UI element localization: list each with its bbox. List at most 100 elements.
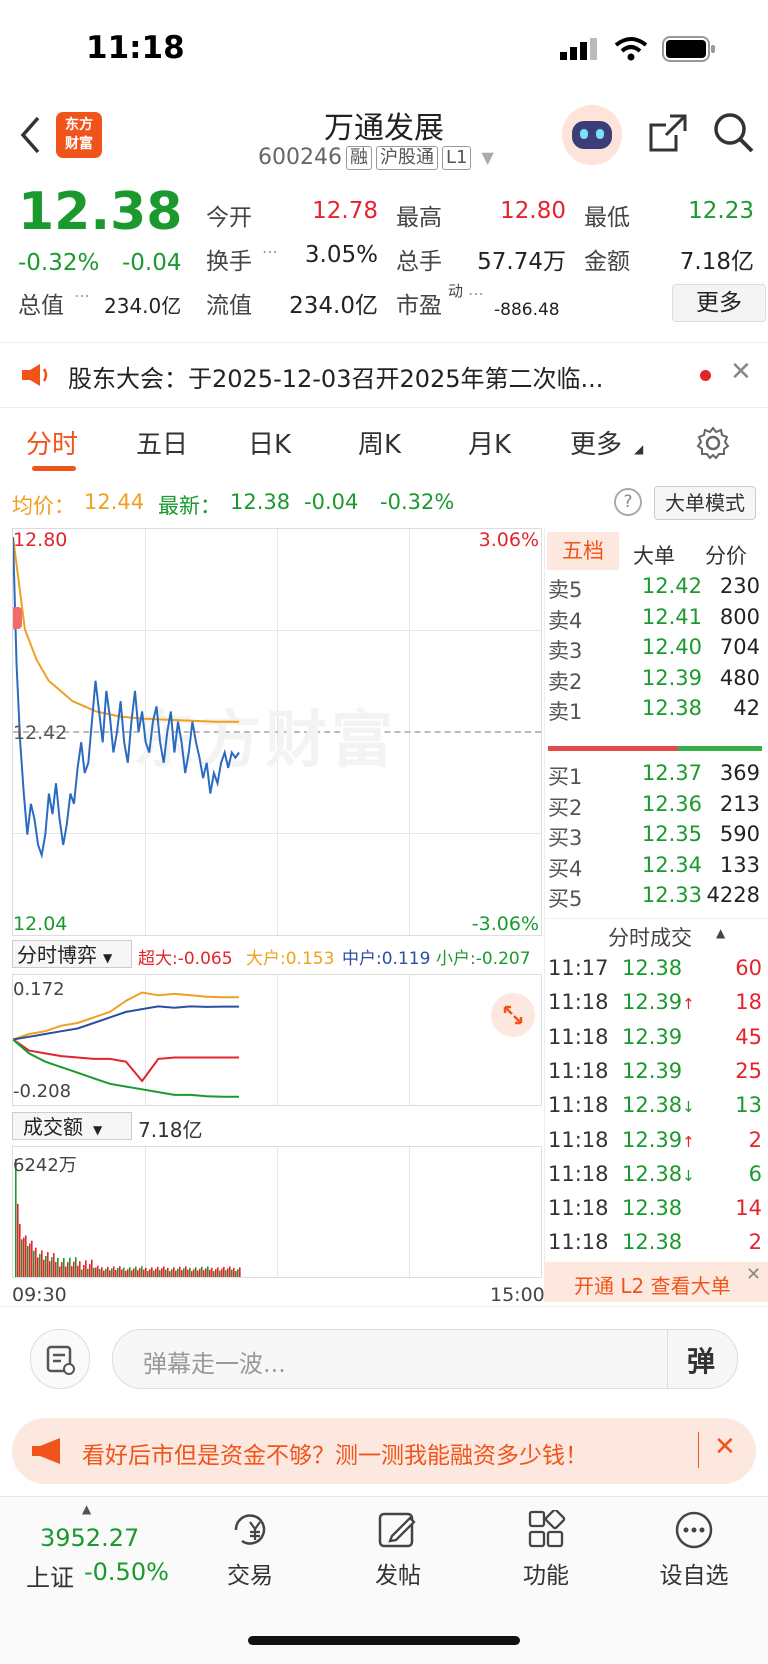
ad-close-icon[interactable]: ✕ <box>714 1432 736 1462</box>
volume-bar <box>147 1271 149 1277</box>
volume-bar <box>195 1267 197 1277</box>
index-caret-icon: ▲ <box>82 1502 92 1516</box>
notice-text: 股东大会：于2025-12-03召开2025年第二次临... <box>68 365 604 393</box>
share-icon[interactable] <box>648 113 688 153</box>
tab-price-split[interactable]: 分价 <box>705 540 747 570</box>
tab-more[interactable]: 更多 <box>570 424 622 461</box>
volume-bar <box>197 1270 199 1277</box>
trades-title[interactable]: 分时成交 <box>608 922 692 952</box>
volume-bar <box>171 1269 173 1277</box>
l2-promo-banner[interactable]: 开通 L2 查看大单 ✕ <box>544 1262 768 1302</box>
volume-value: 57.74万 <box>477 249 566 275</box>
margin-ad-banner[interactable]: 看好后市但是资金不够？测一测我能融资多少钱！ ✕ <box>12 1418 756 1484</box>
volume-bar <box>27 1246 29 1277</box>
danmaku-toggle-button[interactable]: 弹 <box>687 1340 715 1380</box>
trade-direction-icon: ↓ <box>682 1166 695 1185</box>
index-value[interactable]: 3952.27 <box>40 1524 139 1552</box>
volume-bar <box>61 1262 63 1277</box>
trade-row: 11:18 12.38 14 <box>548 1196 762 1230</box>
bid-row[interactable]: 买2 12.36 213 <box>548 792 760 824</box>
volume-bar <box>43 1259 45 1277</box>
tab-daily-k[interactable]: 日K <box>248 424 291 461</box>
more-button[interactable]: 更多 <box>672 284 766 322</box>
volume-bar <box>169 1271 171 1277</box>
volume-bar <box>151 1267 153 1277</box>
volume-bar <box>193 1269 195 1277</box>
open-value: 12.78 <box>312 198 378 224</box>
bid-volume: 4228 <box>706 883 760 907</box>
trade-volume: 6 <box>748 1161 762 1186</box>
volume-bar <box>87 1268 89 1277</box>
settings-gear-icon[interactable] <box>696 426 730 460</box>
volume-bar <box>33 1250 35 1277</box>
volume-bar <box>103 1270 105 1277</box>
volume-dropdown[interactable]: 成交额 ▼ <box>12 1112 132 1140</box>
pct-axis-bottom: -3.06% <box>471 913 539 935</box>
index-change: -0.50% <box>84 1558 169 1586</box>
ask-row[interactable]: 卖4 12.41 800 <box>548 605 760 637</box>
ask-level-label: 卖4 <box>548 608 583 633</box>
volume-bar <box>155 1268 157 1277</box>
game-chart[interactable]: 0.172 -0.208 <box>12 974 542 1106</box>
game-y-top: 0.172 <box>13 979 65 1000</box>
bid-row[interactable]: 买5 12.33 4228 <box>548 883 760 915</box>
bid-row[interactable]: 买1 12.37 369 <box>548 761 760 793</box>
volume-bar <box>143 1269 145 1277</box>
danmaku-input[interactable]: 弹幕走一波... 弹 <box>112 1329 738 1389</box>
tab-monthly-k[interactable]: 月K <box>468 424 511 461</box>
nav-trade[interactable]: 交易 <box>200 1510 300 1590</box>
nav-post[interactable]: 发帖 <box>348 1510 448 1590</box>
ask-price: 12.38 <box>641 696 702 720</box>
tab-five-day[interactable]: 五日 <box>136 424 188 461</box>
game-dropdown[interactable]: 分时博弈 ▼ <box>12 940 132 968</box>
big-order-mode-button[interactable]: 大单模式 <box>654 486 756 520</box>
price-axis-bottom: 12.04 <box>13 913 68 935</box>
l2-close-icon[interactable]: ✕ <box>746 1264 761 1285</box>
more-dots-icon <box>675 1511 713 1549</box>
bid-row[interactable]: 买4 12.34 133 <box>548 853 760 885</box>
ask-strength-bar <box>548 746 678 751</box>
ask-row[interactable]: 卖1 12.38 42 <box>548 696 760 728</box>
info-dots-icon[interactable]: ⋯ <box>468 284 484 303</box>
trade-time: 11:18 <box>548 1196 609 1221</box>
ask-row[interactable]: 卖5 12.42 230 <box>548 574 760 606</box>
ask-row[interactable]: 卖2 12.39 480 <box>548 666 760 698</box>
trade-volume: 14 <box>735 1196 762 1221</box>
dropdown-caret-icon[interactable]: ▼ <box>481 148 493 167</box>
nav-functions[interactable]: 功能 <box>496 1510 596 1590</box>
tab-five-level[interactable]: 五档 <box>547 532 619 570</box>
notice-bar[interactable]: 股东大会：于2025-12-03召开2025年第二次临... ✕ <box>0 342 768 408</box>
event-marker[interactable] <box>13 607 22 629</box>
tab-big-order[interactable]: 大单 <box>633 540 675 570</box>
trade-time: 11:17 <box>548 956 609 980</box>
ask-row[interactable]: 卖3 12.40 704 <box>548 635 760 667</box>
search-icon[interactable] <box>712 111 756 155</box>
volume-bar <box>211 1267 213 1277</box>
small-flow: 小户:-0.207 <box>436 949 531 969</box>
robot-avatar-icon[interactable] <box>562 105 622 165</box>
tab-weekly-k[interactable]: 周K <box>358 424 401 461</box>
note-icon[interactable] <box>30 1329 90 1389</box>
trade-price: 12.38 <box>622 1230 683 1255</box>
tag-level: L1 <box>441 145 472 170</box>
trades-caret-icon: ▲ <box>716 926 726 940</box>
trade-volume: 13 <box>735 1093 762 1118</box>
nav-add-watchlist[interactable]: 设自选 <box>644 1510 744 1590</box>
volume-bar <box>109 1270 111 1277</box>
close-icon[interactable]: ✕ <box>730 357 752 387</box>
info-dots-icon[interactable]: ⋯ <box>74 286 90 305</box>
bid-level-label: 买4 <box>548 856 583 881</box>
help-icon[interactable]: ? <box>614 488 642 516</box>
info-dots-icon[interactable]: ⋯ <box>262 242 278 261</box>
bid-row[interactable]: 买3 12.35 590 <box>548 822 760 854</box>
ask-volume: 230 <box>719 574 760 598</box>
avg-price-line <box>13 536 239 723</box>
volume-bar <box>167 1267 169 1277</box>
trade-volume: 2 <box>748 1127 762 1152</box>
intraday-chart[interactable]: 东方财富 12.80 12.42 12.04 3.06% -3.06% <box>12 528 542 936</box>
volume-chart[interactable]: 6242万 <box>12 1146 542 1278</box>
tab-intraday[interactable]: 分时 <box>26 424 78 461</box>
volume-bar <box>23 1237 25 1277</box>
super-flow: 超大:-0.065 <box>138 949 233 969</box>
expand-icon[interactable] <box>491 993 535 1037</box>
